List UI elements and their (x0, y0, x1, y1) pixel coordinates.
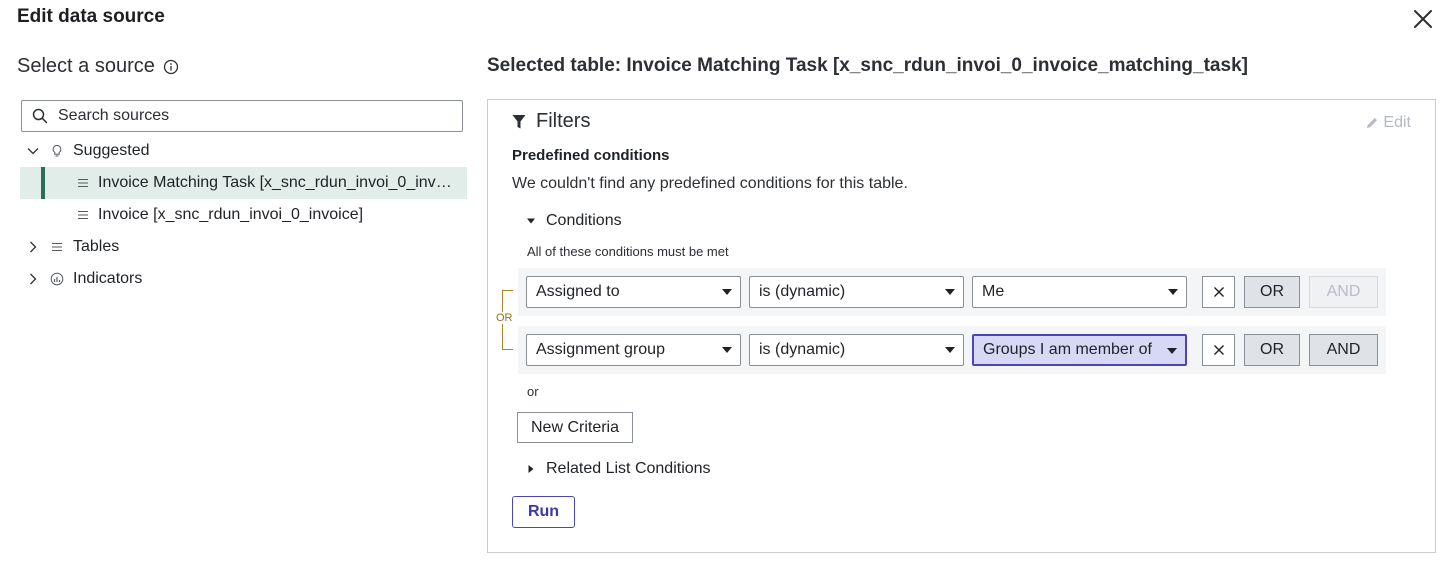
edit-label: Edit (1383, 114, 1411, 131)
tree-item-invoice-matching-task[interactable]: Invoice Matching Task [x_snc_rdun_invoi_… (20, 167, 467, 199)
field-value: Assignment group (536, 341, 665, 358)
tree-label-invoice: Invoice [x_snc_rdun_invoi_0_invoice] (98, 206, 364, 223)
caret-down-icon (722, 347, 732, 353)
triangle-right-icon (528, 465, 534, 473)
chevron-right-icon[interactable] (26, 272, 40, 286)
list-icon (52, 243, 62, 251)
edit-filters-link[interactable]: Edit (1365, 114, 1411, 132)
caret-down-icon (722, 289, 732, 295)
caret-down-icon (1168, 289, 1178, 295)
tree-node-indicators[interactable]: Indicators (20, 263, 467, 295)
value-select[interactable]: Groups I am member of (972, 334, 1187, 366)
or-bracket-label: OR (495, 312, 514, 324)
search-sources-input[interactable] (58, 107, 438, 125)
operator-value: is (dynamic) (759, 283, 846, 300)
new-criteria-button[interactable]: New Criteria (517, 412, 633, 443)
operator-value: is (dynamic) (759, 341, 846, 358)
related-list-conditions-label: Related List Conditions (546, 460, 711, 477)
caret-down-icon (945, 289, 955, 295)
list-icon (78, 179, 88, 187)
filter-funnel-icon (512, 114, 526, 128)
related-list-conditions-toggle[interactable]: Related List Conditions (526, 460, 711, 478)
operator-select[interactable]: is (dynamic) (749, 334, 964, 366)
condition-row: Assignment group is (dynamic) Groups I a… (518, 326, 1386, 374)
or-button[interactable]: OR (1244, 334, 1300, 366)
indicator-gauge-icon (50, 272, 64, 286)
predefined-conditions-title: Predefined conditions (512, 147, 670, 164)
search-icon (32, 108, 48, 124)
close-icon (1213, 345, 1224, 355)
tree-label-suggested: Suggested (73, 142, 150, 159)
predefined-conditions-text: We couldn't find any predefined conditio… (512, 175, 908, 192)
condition-row: Assigned to is (dynamic) Me OR AND (518, 268, 1386, 316)
close-icon (1414, 10, 1432, 28)
run-button[interactable]: Run (512, 496, 575, 528)
tree-node-tables[interactable]: Tables (20, 231, 467, 263)
conditions-label: Conditions (546, 212, 622, 229)
caret-down-icon (945, 347, 955, 353)
field-select[interactable]: Assigned to (526, 276, 741, 308)
select-source-label: Select a source (17, 55, 155, 77)
field-value: Assigned to (536, 283, 620, 300)
field-select[interactable]: Assignment group (526, 334, 741, 366)
source-tree: Suggested Invoice Matching Task [x_snc_r… (20, 135, 467, 295)
filters-header: Filters (512, 110, 590, 133)
conditions-toggle[interactable]: Conditions (526, 212, 622, 230)
close-button[interactable] (1410, 6, 1436, 32)
remove-condition-button[interactable] (1202, 276, 1235, 308)
list-icon (78, 211, 88, 219)
conditions-note: All of these conditions must be met (527, 244, 729, 259)
lightbulb-icon (52, 144, 62, 157)
or-button[interactable]: OR (1244, 276, 1300, 308)
tree-label-tables: Tables (73, 238, 120, 255)
filters-panel: Filters Edit Predefined conditions We co… (487, 99, 1436, 553)
triangle-down-icon (527, 218, 535, 224)
tree-item-invoice[interactable]: Invoice [x_snc_rdun_invoi_0_invoice] (20, 199, 467, 231)
operator-select[interactable]: is (dynamic) (749, 276, 964, 308)
info-icon[interactable] (163, 59, 179, 75)
chevron-right-icon[interactable] (26, 240, 40, 254)
tree-label-invoice-matching-task: Invoice Matching Task [x_snc_rdun_invoi_… (98, 174, 456, 191)
and-button[interactable]: AND (1309, 276, 1378, 308)
tree-node-suggested[interactable]: Suggested (20, 135, 467, 167)
or-separator: or (527, 384, 539, 399)
chevron-down-icon[interactable] (26, 144, 40, 158)
value-select[interactable]: Me (972, 276, 1187, 308)
value-value: Groups I am member of (983, 341, 1152, 358)
value-value: Me (982, 283, 1005, 300)
tree-label-indicators: Indicators (73, 270, 143, 287)
dialog-title: Edit data source (17, 6, 165, 27)
close-icon (1213, 287, 1224, 297)
remove-condition-button[interactable] (1202, 334, 1235, 366)
search-sources-field[interactable] (21, 100, 463, 132)
filters-title: Filters (536, 110, 591, 132)
and-button[interactable]: AND (1309, 334, 1378, 366)
select-source-heading: Select a source (17, 55, 179, 78)
caret-down-icon (1167, 348, 1177, 354)
selected-table-heading: Selected table: Invoice Matching Task [x… (487, 55, 1248, 76)
pencil-icon (1367, 118, 1378, 128)
